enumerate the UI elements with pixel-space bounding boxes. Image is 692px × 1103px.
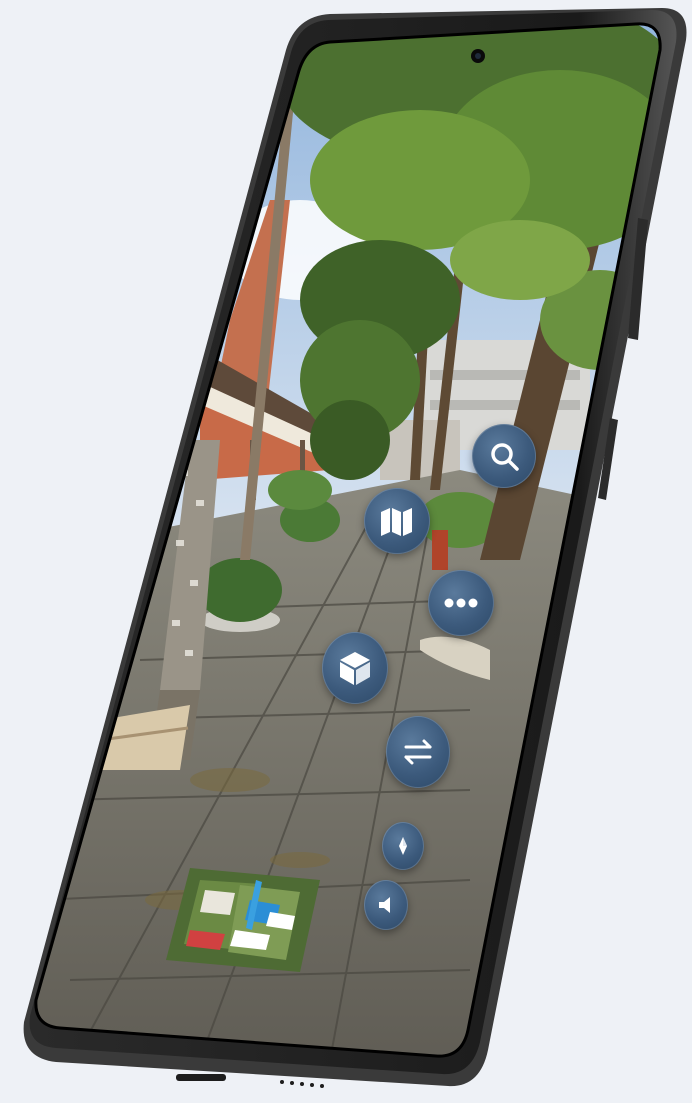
panorama-view[interactable] <box>0 0 692 1103</box>
compass-button[interactable] <box>382 822 424 870</box>
cube-icon <box>340 652 370 685</box>
compass-icon <box>399 837 407 855</box>
more-dots-icon <box>444 598 478 608</box>
search-button[interactable] <box>472 424 536 488</box>
page <box>0 0 692 1103</box>
usb-port <box>176 1074 226 1081</box>
3d-view-button[interactable] <box>322 632 388 704</box>
speaker-icon <box>379 897 390 913</box>
minimap-thumbnail[interactable] <box>166 868 320 972</box>
swap-arrows-icon <box>404 739 432 765</box>
speaker-grille <box>280 1080 324 1088</box>
sound-button[interactable] <box>364 880 408 930</box>
map-button[interactable] <box>364 488 430 554</box>
search-icon <box>491 443 519 471</box>
phone-mockup <box>0 0 692 1103</box>
switch-view-button[interactable] <box>386 716 450 788</box>
more-options-button[interactable] <box>428 570 494 636</box>
map-icon <box>381 508 412 536</box>
